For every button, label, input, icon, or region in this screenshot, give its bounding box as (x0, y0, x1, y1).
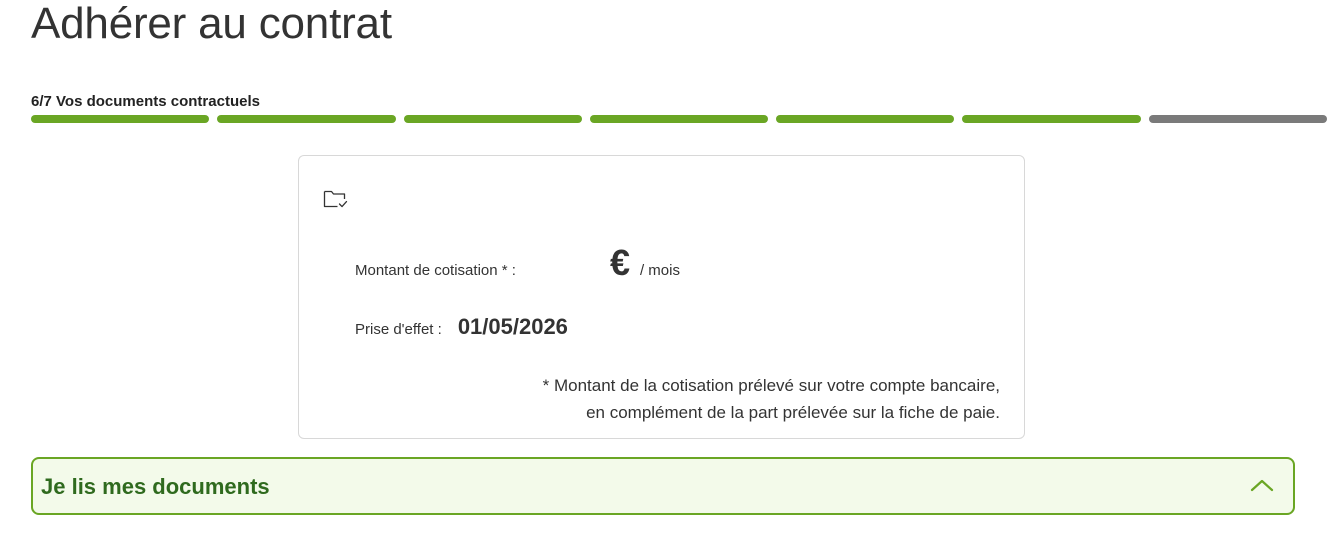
effective-date-row: Prise d'effet : 01/05/2026 (355, 314, 568, 340)
progress-segment-5 (776, 115, 955, 123)
contribution-summary-card: Montant de cotisation * : € / mois Prise… (298, 155, 1025, 439)
page-title: Adhérer au contrat (31, 0, 392, 48)
chevron-up-icon[interactable] (1249, 476, 1275, 496)
amount-unit: / mois (639, 262, 680, 279)
folder-check-icon (323, 188, 349, 210)
progress-segment-7 (1148, 115, 1327, 123)
amount-footnote: * Montant de la cotisation prélevé sur v… (543, 372, 1000, 426)
documents-accordion-title: Je lis mes documents (41, 474, 270, 499)
currency-symbol: € (609, 242, 630, 283)
effective-date-label: Prise d'effet : (355, 321, 442, 338)
progress-segment-4 (589, 115, 769, 123)
progress-segment-6 (962, 115, 1141, 123)
progress-stepper (31, 115, 1327, 123)
amount-footnote-line-2: en complément de la part prélevée sur la… (586, 403, 1000, 422)
amount-footnote-line-1: * Montant de la cotisation prélevé sur v… (542, 376, 1000, 395)
effective-date-value: 01/05/2026 (457, 314, 568, 339)
amount-label: Montant de cotisation * : (355, 262, 516, 279)
amount-row: Montant de cotisation * : € / mois (355, 242, 680, 284)
documents-accordion-header[interactable]: Je lis mes documents (31, 457, 1295, 515)
progress-segment-1 (31, 115, 210, 123)
progress-segment-3 (403, 115, 582, 123)
progress-segment-2 (217, 115, 396, 123)
step-label: 6/7 Vos documents contractuels (31, 93, 260, 110)
